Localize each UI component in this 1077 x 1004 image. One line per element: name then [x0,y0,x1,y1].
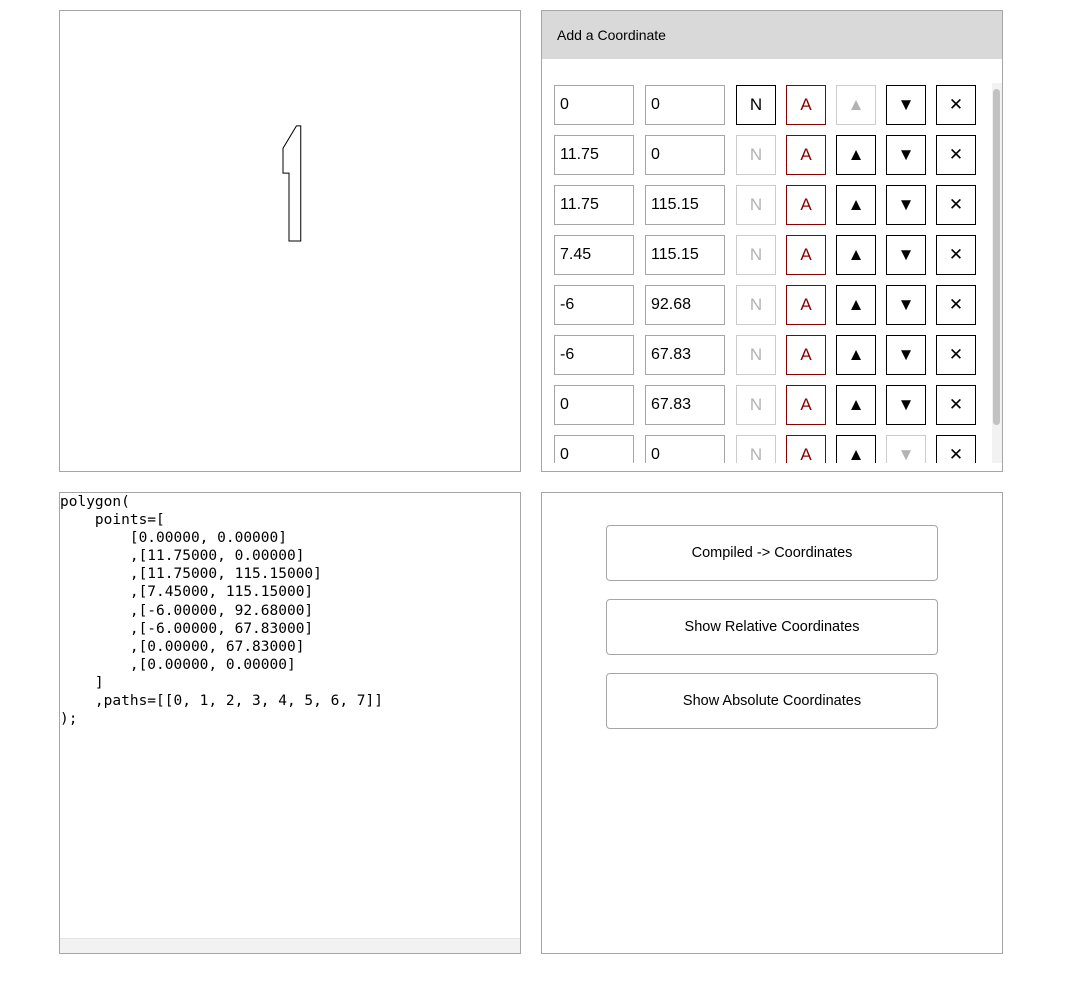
move-up-icon[interactable]: ▲ [836,235,876,275]
move-down-icon[interactable]: ▼ [886,85,926,125]
add-coordinate-header[interactable]: Add a Coordinate [542,11,1002,59]
compiled-to-coordinates-button[interactable]: Compiled -> Coordinates [606,525,938,581]
add-after-button[interactable]: A [786,285,826,325]
move-down-icon[interactable]: ▼ [886,385,926,425]
delete-icon[interactable]: ✕ [936,435,976,463]
add-after-button[interactable]: A [786,435,826,463]
add-after-button[interactable]: A [786,135,826,175]
move-up-icon[interactable]: ▲ [836,185,876,225]
new-row-button[interactable]: N [736,85,776,125]
delete-icon[interactable]: ✕ [936,85,976,125]
coordinate-list-scrollbar[interactable] [992,83,1002,463]
delete-icon[interactable]: ✕ [936,385,976,425]
new-row-button[interactable]: N [736,385,776,425]
move-down-icon[interactable]: ▼ [886,435,926,463]
move-down-icon[interactable]: ▼ [886,285,926,325]
move-up-icon[interactable]: ▲ [836,435,876,463]
move-down-icon[interactable]: ▼ [886,335,926,375]
delete-icon[interactable]: ✕ [936,335,976,375]
new-row-button[interactable]: N [736,235,776,275]
y-coordinate-input[interactable] [645,135,725,175]
move-up-icon[interactable]: ▲ [836,335,876,375]
y-coordinate-input[interactable] [645,335,725,375]
y-coordinate-input[interactable] [645,235,725,275]
move-up-icon[interactable]: ▲ [836,285,876,325]
x-coordinate-input[interactable] [554,385,634,425]
show-absolute-coordinates-button[interactable]: Show Absolute Coordinates [606,673,938,729]
polygon-code[interactable]: polygon( points=[ [0.00000, 0.00000] ,[1… [60,493,383,728]
x-coordinate-input[interactable] [554,285,634,325]
new-row-button[interactable]: N [736,285,776,325]
show-relative-coordinates-button[interactable]: Show Relative Coordinates [606,599,938,655]
y-coordinate-input[interactable] [645,285,725,325]
move-up-icon[interactable]: ▲ [836,385,876,425]
add-after-button[interactable]: A [786,335,826,375]
code-panel: polygon( points=[ [0.00000, 0.00000] ,[1… [59,492,521,954]
delete-icon[interactable]: ✕ [936,185,976,225]
new-row-button[interactable]: N [736,435,776,463]
polygon-shape [282,125,302,242]
scrollbar-thumb[interactable] [993,89,1000,425]
x-coordinate-input[interactable] [554,435,634,463]
actions-panel: Compiled -> Coordinates Show Relative Co… [541,492,1003,954]
delete-icon[interactable]: ✕ [936,135,976,175]
x-coordinate-input[interactable] [554,235,634,275]
move-up-icon[interactable]: ▲ [836,135,876,175]
add-after-button[interactable]: A [786,85,826,125]
add-after-button[interactable]: A [786,235,826,275]
new-row-button[interactable]: N [736,135,776,175]
x-coordinate-input[interactable] [554,185,634,225]
coordinates-panel: Add a Coordinate NA▲▼✕NA▲▼✕NA▲▼✕NA▲▼✕NA▲… [541,10,1003,472]
x-coordinate-input[interactable] [554,135,634,175]
y-coordinate-input[interactable] [645,85,725,125]
move-down-icon[interactable]: ▼ [886,185,926,225]
move-down-icon[interactable]: ▼ [886,135,926,175]
new-row-button[interactable]: N [736,335,776,375]
code-horizontal-scrollbar[interactable] [60,938,520,953]
x-coordinate-input[interactable] [554,335,634,375]
add-after-button[interactable]: A [786,185,826,225]
move-up-icon[interactable]: ▲ [836,85,876,125]
delete-icon[interactable]: ✕ [936,235,976,275]
y-coordinate-input[interactable] [645,435,725,463]
delete-icon[interactable]: ✕ [936,285,976,325]
x-coordinate-input[interactable] [554,85,634,125]
add-after-button[interactable]: A [786,385,826,425]
coordinate-list[interactable]: NA▲▼✕NA▲▼✕NA▲▼✕NA▲▼✕NA▲▼✕NA▲▼✕NA▲▼✕NA▲▼✕ [542,83,992,463]
y-coordinate-input[interactable] [645,185,725,225]
move-down-icon[interactable]: ▼ [886,235,926,275]
new-row-button[interactable]: N [736,185,776,225]
preview-panel [59,10,521,472]
polygon-preview [282,125,302,242]
y-coordinate-input[interactable] [645,385,725,425]
